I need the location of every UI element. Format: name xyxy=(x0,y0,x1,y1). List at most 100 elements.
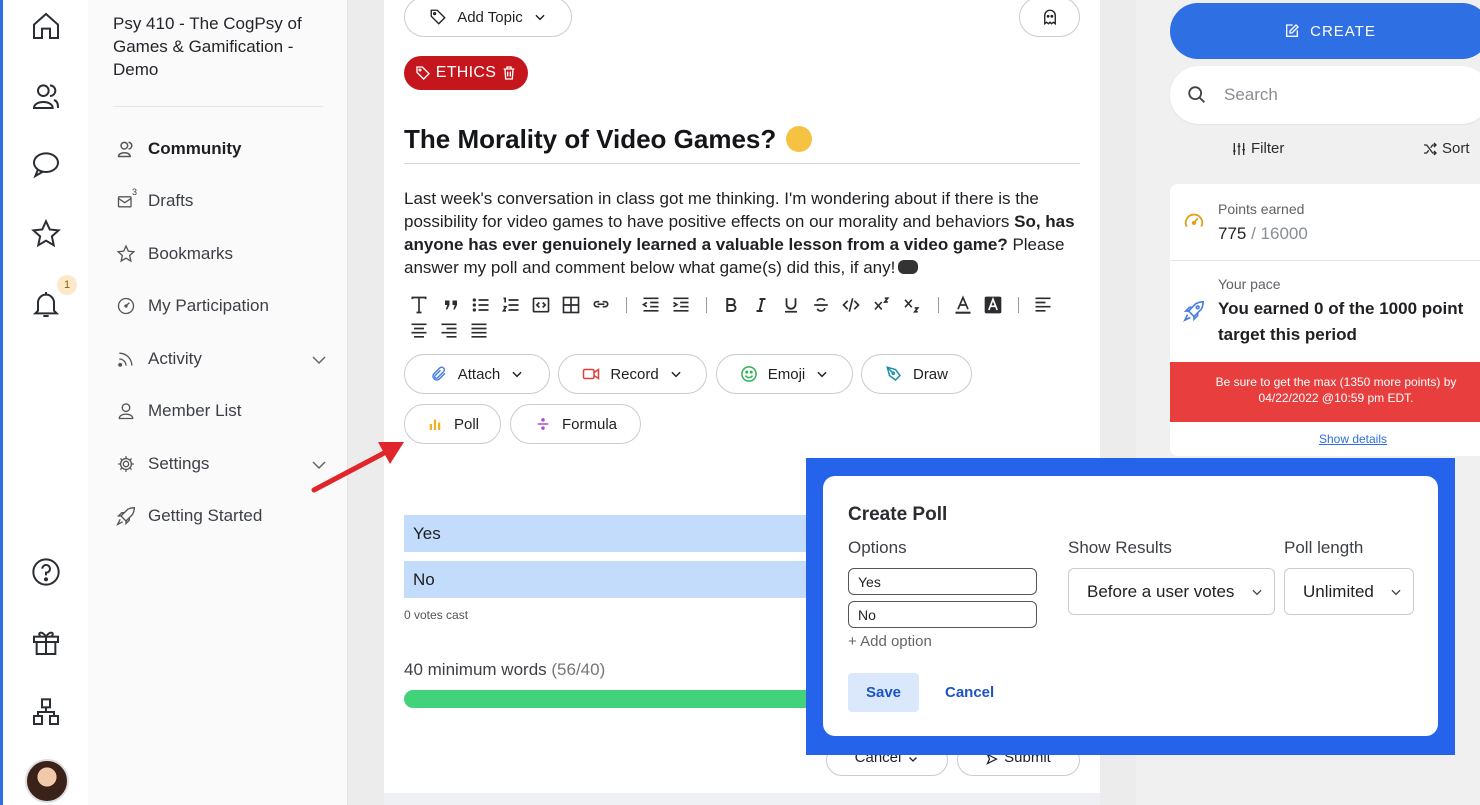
poll-option-input[interactable] xyxy=(848,601,1037,628)
emoji-label: Emoji xyxy=(767,365,806,383)
superscript-icon[interactable] xyxy=(870,294,892,316)
show-results-select[interactable]: Before a user votes xyxy=(1068,568,1275,615)
game-controller-icon xyxy=(898,260,919,274)
highlight-color-icon[interactable] xyxy=(982,294,1004,316)
formatting-toolbar xyxy=(408,294,1068,346)
strikethrough-icon[interactable] xyxy=(810,294,832,316)
poll-button[interactable]: Poll xyxy=(404,404,501,444)
sidebar-item-getting-started[interactable]: Getting Started xyxy=(116,501,328,531)
bold-icon[interactable] xyxy=(720,294,742,316)
apps-icon[interactable] xyxy=(30,696,62,728)
subscript-icon[interactable] xyxy=(900,294,922,316)
bullet-list-icon[interactable] xyxy=(470,294,492,316)
italic-icon[interactable] xyxy=(750,294,772,316)
divide-icon xyxy=(534,415,552,433)
avatar[interactable] xyxy=(25,759,69,803)
sidebar-item-bookmarks[interactable]: Bookmarks xyxy=(116,239,328,269)
create-button[interactable]: CREATE xyxy=(1170,3,1480,59)
bell-icon[interactable] xyxy=(30,288,62,320)
sidebar-item-drafts[interactable]: 3 Drafts xyxy=(116,186,328,216)
save-button[interactable]: Save xyxy=(848,673,919,712)
add-option-link[interactable]: + Add option xyxy=(848,633,932,650)
draw-label: Draw xyxy=(912,365,948,383)
outdent-icon[interactable] xyxy=(640,294,662,316)
poll-option-label: Yes xyxy=(413,523,441,543)
sidebar-item-my-participation[interactable]: My Participation xyxy=(116,291,328,321)
paperclip-icon xyxy=(430,365,448,383)
sidebar-item-activity[interactable]: Activity xyxy=(116,344,328,374)
poll-label: Poll xyxy=(453,415,479,433)
anonymous-button[interactable] xyxy=(1019,0,1080,37)
sidebar-item-label: Getting Started xyxy=(148,506,263,525)
sidebar-item-settings[interactable]: Settings xyxy=(116,449,328,479)
quote-icon[interactable] xyxy=(440,294,462,316)
chevron-down-icon xyxy=(1252,589,1262,596)
sidebar-item-community[interactable]: Community xyxy=(116,134,328,164)
formula-button[interactable]: Formula xyxy=(510,404,641,444)
user-icon xyxy=(116,401,136,421)
embed-icon[interactable] xyxy=(530,294,552,316)
attach-button[interactable]: Attach xyxy=(404,354,550,394)
emoji-button[interactable]: Emoji xyxy=(716,354,853,394)
tag-icon xyxy=(415,65,431,81)
points-total: / 16000 xyxy=(1251,224,1308,243)
text-style-icon[interactable] xyxy=(408,294,430,316)
toolbar-separator xyxy=(1018,297,1019,313)
sidebar-item-label: My Participation xyxy=(148,296,269,315)
chevron-down-icon xyxy=(1391,589,1401,596)
sort-button[interactable]: Sort xyxy=(1422,140,1470,157)
help-icon[interactable] xyxy=(30,556,62,588)
text-color-icon[interactable] xyxy=(952,294,974,316)
poll-option[interactable]: Yes xyxy=(404,515,824,552)
poll-option-input[interactable] xyxy=(848,568,1037,595)
search-box xyxy=(1170,66,1480,124)
notification-badge: 1 xyxy=(57,275,77,295)
cancel-button[interactable]: Cancel xyxy=(945,673,994,712)
users-icon[interactable] xyxy=(30,80,62,112)
align-justify-icon[interactable] xyxy=(468,320,490,342)
poll-length-label: Poll length xyxy=(1284,538,1364,557)
dialog-title: Create Poll xyxy=(848,504,948,525)
rocket-icon xyxy=(1183,300,1205,322)
align-right-icon[interactable] xyxy=(438,320,460,342)
underline-icon[interactable] xyxy=(780,294,802,316)
icon-rail: 1 xyxy=(0,0,88,805)
topic-tag-label: ETHICS xyxy=(435,64,497,81)
numbered-list-icon[interactable] xyxy=(500,294,522,316)
link-icon[interactable] xyxy=(590,294,612,316)
filter-button[interactable]: Filter xyxy=(1231,140,1284,157)
trash-icon[interactable] xyxy=(501,65,517,81)
table-icon[interactable] xyxy=(560,294,582,316)
code-icon[interactable] xyxy=(840,294,862,316)
post-title[interactable]: The Morality of Video Games? xyxy=(404,124,1080,164)
poll-length-select[interactable]: Unlimited xyxy=(1284,568,1414,615)
toolbar-separator xyxy=(706,297,707,313)
chat-icon[interactable] xyxy=(30,148,62,180)
post-body[interactable]: Last week's conversation in class got me… xyxy=(404,187,1084,279)
smile-icon xyxy=(740,365,758,383)
sidebar-item-member-list[interactable]: Member List xyxy=(116,396,328,426)
ghost-icon xyxy=(1041,8,1059,26)
search-input[interactable] xyxy=(1224,85,1464,105)
home-icon[interactable] xyxy=(30,10,62,42)
star-icon[interactable] xyxy=(30,218,62,250)
chevron-down-icon[interactable] xyxy=(310,351,328,369)
show-details-link[interactable]: Show details xyxy=(1170,432,1480,446)
indent-icon[interactable] xyxy=(670,294,692,316)
course-sidebar: Psy 410 - The CogPsy of Games & Gamifica… xyxy=(88,0,348,805)
word-progress-fill xyxy=(404,690,824,708)
poll-option[interactable]: No xyxy=(404,561,824,598)
add-topic-button[interactable]: Add Topic xyxy=(404,0,572,37)
align-center-icon[interactable] xyxy=(408,320,430,342)
toolbar-separator xyxy=(938,297,939,313)
align-left-icon[interactable] xyxy=(1032,294,1054,316)
sidebar-item-label: Member List xyxy=(148,401,242,420)
gift-icon[interactable] xyxy=(30,626,62,658)
filter-icon xyxy=(1231,141,1251,157)
gear-icon xyxy=(116,454,136,474)
gauge-icon xyxy=(116,296,136,316)
draw-button[interactable]: Draw xyxy=(861,354,972,394)
record-button[interactable]: Record xyxy=(558,354,707,394)
sidebar-item-label: Community xyxy=(148,139,242,158)
body-text: Last week's conversation in class got me… xyxy=(404,189,1039,231)
